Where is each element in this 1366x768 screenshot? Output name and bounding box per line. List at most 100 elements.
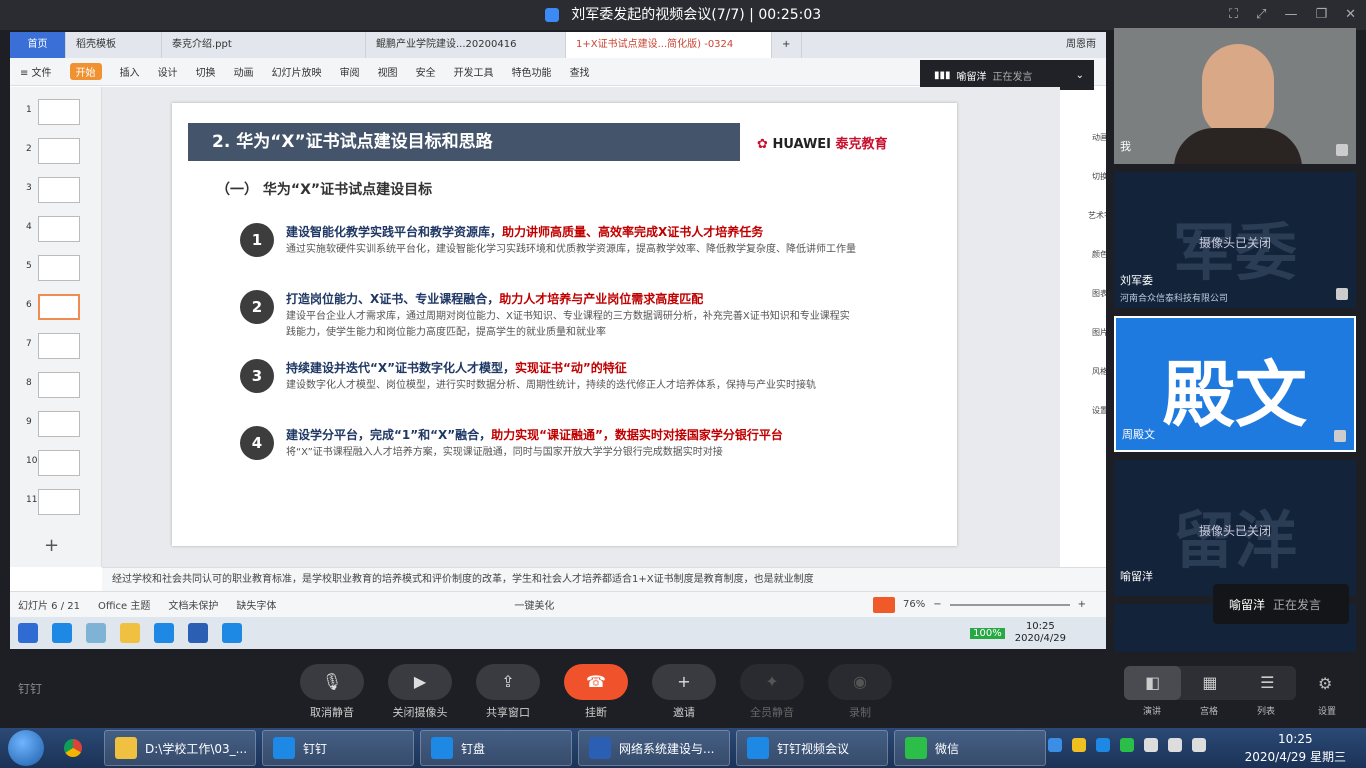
slide-thumb[interactable] (38, 372, 80, 398)
expand-icon[interactable]: ⤢ (1256, 0, 1266, 30)
menu-slideshow[interactable]: 幻灯片放映 (272, 64, 322, 79)
grid-layout-icon[interactable]: ▦ (1181, 666, 1238, 700)
menu-design[interactable]: 设计 (158, 64, 178, 79)
slide-thumb[interactable] (38, 333, 80, 359)
record-button[interactable]: ◉ 录制 (828, 664, 892, 722)
zoom-level[interactable]: 76% (903, 599, 925, 610)
menu-devtools[interactable]: 开发工具 (454, 64, 494, 79)
play-slideshow-button[interactable] (872, 596, 895, 613)
tool-animation[interactable]: 动画 (1086, 132, 1106, 143)
menu-start[interactable]: 开始 (69, 63, 102, 80)
beautify-button[interactable]: 一键美化 (514, 597, 554, 612)
taskbar-dingpan[interactable]: 钉盘 (420, 730, 572, 766)
participant-tile[interactable]: 军委 摄像头已关闭 刘军委 河南合众信泰科技有限公司 (1114, 172, 1356, 308)
tab-doc-1[interactable]: 泰克介绍.ppt (162, 32, 366, 58)
slide-thumb[interactable] (38, 216, 80, 242)
tool-chart[interactable]: 图表 (1086, 288, 1106, 299)
network-icon[interactable] (1168, 738, 1182, 752)
menu-security[interactable]: 安全 (416, 64, 436, 79)
thumb-number: 9 (26, 417, 32, 427)
speaker-indicator: ▮▮▮ 喻留洋 正在发言 ⌄ (920, 60, 1094, 90)
protect-status[interactable]: 文档未保护 (168, 597, 218, 612)
speaker-layout-icon[interactable]: ◧ (1124, 666, 1182, 700)
new-tab-button[interactable]: + (772, 32, 802, 58)
share-window-button[interactable]: ⇪ 共享窗口 (476, 664, 540, 722)
slide-thumb[interactable] (38, 99, 80, 125)
wechat-tray-icon[interactable] (1120, 738, 1134, 752)
slide-thumb[interactable] (38, 489, 80, 515)
tool-wordart[interactable]: 艺术字 (1086, 210, 1106, 221)
slide-thumb-selected[interactable] (38, 294, 80, 320)
mic-muted-icon (1336, 144, 1348, 156)
mic-muted-icon (1336, 288, 1348, 300)
tab-doc-active[interactable]: 1+X证书试点建设...简化版) -0324 (566, 32, 772, 58)
baidu-icon[interactable] (1048, 738, 1062, 752)
chrome-icon[interactable] (58, 733, 88, 763)
tool-transition[interactable]: 切换 (1086, 171, 1106, 182)
menu-animation[interactable]: 动画 (234, 64, 254, 79)
tab-home[interactable]: 首页 (10, 32, 66, 58)
goal-body: 建设平台企业人才需求库，通过周期对岗位能力、X证书知识、专业课程的三方数据调研分… (286, 311, 850, 338)
thumb-number: 7 (26, 339, 32, 349)
menu-transition[interactable]: 切换 (196, 64, 216, 79)
participant-name: 刘军委 (1120, 274, 1153, 287)
taskbar-clock[interactable]: 10:25 2020/4/29 星期三 (1245, 730, 1346, 766)
slide-thumb[interactable] (38, 450, 80, 476)
speaker-notes[interactable]: 经过学校和社会共同认可的职业教育标准，是学校职业教育的培养模式和评价制度的改革，… (102, 567, 1106, 591)
chevron-down-icon[interactable]: ⌄ (1076, 70, 1084, 81)
slide-thumb[interactable] (38, 411, 80, 437)
start-button[interactable] (8, 730, 44, 766)
list-layout-icon[interactable]: ☰ (1239, 666, 1296, 700)
unmute-button[interactable]: 🎙 取消静音 (300, 664, 364, 722)
taskbar-video-meeting[interactable]: 钉钉视频会议 (736, 730, 888, 766)
zoom-in-icon[interactable]: + (1078, 599, 1086, 610)
menu-features[interactable]: 特色功能 (512, 64, 552, 79)
app-icon (18, 623, 38, 643)
participant-tile-self[interactable]: 我 (1114, 28, 1356, 164)
layout-label-list: 列表 (1257, 707, 1276, 717)
fullscreen-icon[interactable]: ⛶ (1229, 0, 1238, 30)
slide-thumb[interactable] (38, 138, 80, 164)
menu-search[interactable]: 查找 (570, 64, 590, 79)
slide-thumb[interactable] (38, 177, 80, 203)
zoom-slider[interactable] (949, 603, 1070, 606)
taskbar-wechat[interactable]: 微信 (894, 730, 1046, 766)
invite-button[interactable]: + 邀请 (652, 664, 716, 722)
zoom-out-icon[interactable]: − (933, 599, 941, 610)
camera-off-button[interactable]: ▶ 关闭摄像头 (388, 664, 452, 722)
restore-icon[interactable]: ❐ (1315, 0, 1327, 30)
menu-review[interactable]: 审阅 (340, 64, 360, 79)
wps-statusbar: 幻灯片 6 / 21 Office 主题 文档未保护 缺失字体 一键美化 76%… (10, 591, 1106, 617)
participant-tile[interactable]: 留洋 摄像头已关闭 喻留洋 (1114, 460, 1356, 596)
tool-settings[interactable]: 设置 (1086, 405, 1106, 416)
gear-icon[interactable]: ⚙ (1318, 674, 1332, 693)
add-slide-icon[interactable]: + (44, 535, 59, 556)
participant-tile-active[interactable]: 殿文 周殿文 (1114, 316, 1356, 452)
participant-name: 喻留洋 (1120, 570, 1153, 583)
menu-file[interactable]: ≡ 文件 (20, 64, 52, 79)
usb-icon[interactable] (1144, 738, 1158, 752)
taskbar-folder[interactable]: D:\学校工作\03_... (104, 730, 256, 766)
camera-icon: ▶ (388, 664, 452, 700)
tool-style[interactable]: 风格 (1086, 366, 1106, 377)
close-icon[interactable]: ✕ (1345, 0, 1356, 30)
missing-font[interactable]: 缺失字体 (236, 597, 276, 612)
plus-icon[interactable] (1072, 738, 1086, 752)
minimize-icon[interactable]: — (1284, 0, 1297, 30)
tab-doc-2[interactable]: 鲲鹏产业学院建设...20200416 (366, 32, 566, 58)
mute-all-button[interactable]: ✦ 全员静音 (740, 664, 804, 722)
volume-icon[interactable] (1192, 738, 1206, 752)
taskbar-word[interactable]: 网络系统建设与... (578, 730, 730, 766)
hangup-button[interactable]: ☎ 挂断 (564, 664, 628, 722)
thumb-number: 3 (26, 183, 32, 193)
dingtalk-tray-icon[interactable] (1096, 738, 1110, 752)
tool-image[interactable]: 图片 (1086, 327, 1106, 338)
tab-templates[interactable]: 稻壳模板 (66, 32, 162, 58)
taskbar-dingtalk[interactable]: 钉钉 (262, 730, 414, 766)
menu-view[interactable]: 视图 (378, 64, 398, 79)
slide-thumb[interactable] (38, 255, 80, 281)
menu-insert[interactable]: 插入 (120, 64, 140, 79)
thumb-number: 2 (26, 144, 32, 154)
tool-color[interactable]: 颜色 (1086, 249, 1106, 260)
wps-user[interactable]: 周恩雨 (1056, 32, 1106, 58)
